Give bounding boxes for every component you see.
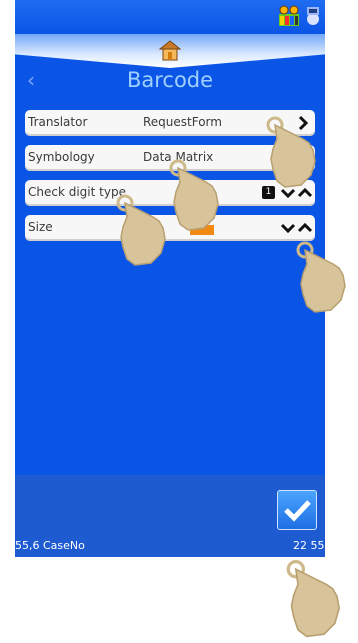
page-title: Barcode [126, 68, 214, 92]
status-bar [15, 0, 325, 34]
row-label: Translator [28, 115, 88, 129]
home-icon[interactable] [159, 40, 181, 62]
device-screen: ‹ Barcode Translator RequestForm Symbolo… [15, 0, 325, 557]
footer-right-text: 22 55 [293, 539, 325, 552]
pointer-hand-icon [116, 194, 166, 266]
pointer-hand-icon [286, 560, 340, 638]
chevron-up-icon[interactable] [297, 220, 313, 236]
pointer-hand-icon [266, 116, 316, 188]
status-ink-icon [279, 5, 299, 26]
footer-left-text: 55,6 CaseNo [15, 539, 85, 552]
chevron-down-icon[interactable] [280, 220, 296, 236]
row-label: Symbology [28, 150, 95, 164]
checkmark-icon [284, 500, 311, 522]
ok-button[interactable] [277, 490, 317, 530]
row-label: Check digit type [28, 185, 126, 199]
pointer-hand-icon [296, 241, 346, 313]
row-value: RequestForm [143, 115, 222, 129]
row-label: Size [28, 220, 53, 234]
status-speaker-icon [307, 7, 319, 25]
pointer-hand-icon [169, 159, 219, 231]
